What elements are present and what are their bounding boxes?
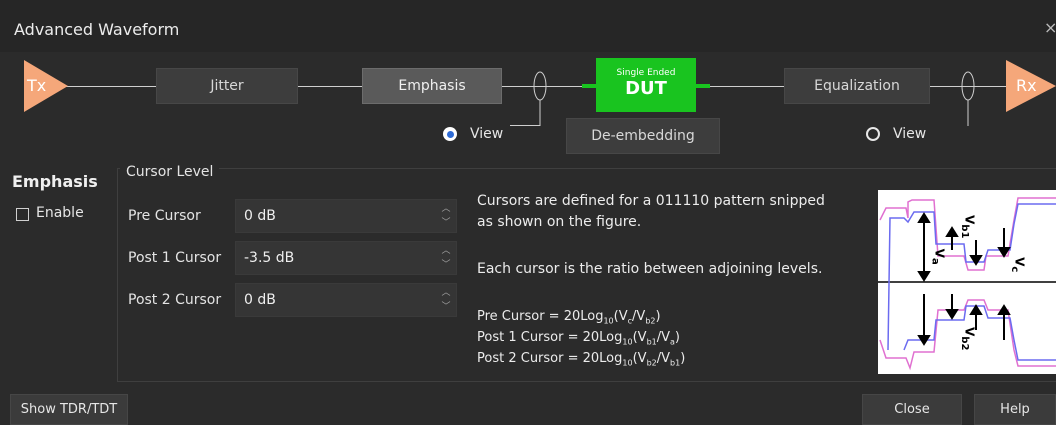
post1-cursor-spinbox[interactable]: -3.5 dB ︿ ﹀ (235, 241, 457, 275)
dut-stub-left (582, 84, 596, 88)
view-right-label: View (893, 126, 927, 142)
jitter-block[interactable]: Jitter (156, 68, 298, 104)
pre-cursor-spinbox[interactable]: 0 dB ︿ ﹀ (235, 199, 457, 233)
post1-cursor-label: Post 1 Cursor (128, 250, 222, 266)
probe-left-icon (533, 71, 547, 126)
dut-type-label: Single Ended (616, 68, 676, 78)
cursor-waveform-figure: Va Vb1 Vc Vb2 (878, 190, 1056, 374)
dut-label: DUT (625, 78, 667, 99)
spin-arrows-icon[interactable]: ︿ ﹀ (440, 286, 452, 316)
equalization-block[interactable]: Equalization (784, 68, 930, 104)
post2-cursor-value: 0 dB (244, 292, 276, 308)
enable-label: Enable (36, 205, 84, 221)
post2-cursor-spinbox[interactable]: 0 dB ︿ ﹀ (235, 283, 457, 317)
radio-dot-icon (446, 130, 454, 138)
figure-label-vb1: Vb1 (959, 214, 977, 239)
spin-arrows-icon[interactable]: ︿ ﹀ (440, 202, 452, 232)
emphasis-block[interactable]: Emphasis (362, 68, 502, 104)
post1-cursor-value: -3.5 dB (244, 250, 295, 266)
description-line: Each cursor is the ratio between adjoini… (477, 261, 823, 277)
dut-stub-right (696, 84, 710, 88)
figure-label-vb2: Vb2 (959, 326, 977, 351)
close-window-icon[interactable]: × (1044, 18, 1056, 37)
chain-line (298, 86, 362, 87)
probe-right-icon (961, 71, 975, 126)
description-line: as shown on the figure. (477, 214, 642, 230)
show-tdr-tdt-button[interactable]: Show TDR/TDT (10, 394, 128, 425)
enable-checkbox[interactable] (16, 208, 29, 221)
description-line: Cursors are defined for a 011110 pattern… (477, 193, 825, 209)
spin-arrows-icon[interactable]: ︿ ﹀ (440, 244, 452, 274)
help-button[interactable]: Help (974, 394, 1056, 425)
view-connector-left (510, 125, 540, 126)
pre-cursor-value: 0 dB (244, 208, 276, 224)
view-left-label: View (470, 126, 504, 142)
rx-label: Rx (1016, 76, 1037, 95)
chain-line (60, 86, 156, 87)
view-right-radio[interactable] (866, 127, 880, 141)
view-left-radio[interactable] (443, 127, 457, 141)
window-title: Advanced Waveform (14, 20, 180, 39)
post2-cursor-label: Post 2 Cursor (128, 292, 222, 308)
de-embedding-button[interactable]: De-embedding (566, 118, 720, 154)
figure-label-va: Va (929, 248, 947, 265)
dut-block[interactable]: Single Ended DUT (596, 58, 696, 112)
close-button[interactable]: Close (862, 394, 962, 425)
figure-label-vc: Vc (1008, 257, 1027, 273)
emphasis-section-title: Emphasis (12, 172, 98, 191)
pre-cursor-label: Pre Cursor (128, 208, 201, 224)
cursor-level-label: Cursor Level (120, 164, 220, 180)
formula-post2-cursor: Post 2 Cursor = 20Log10(Vb2/Vb1) (477, 351, 686, 368)
tx-label: Tx (27, 76, 47, 95)
